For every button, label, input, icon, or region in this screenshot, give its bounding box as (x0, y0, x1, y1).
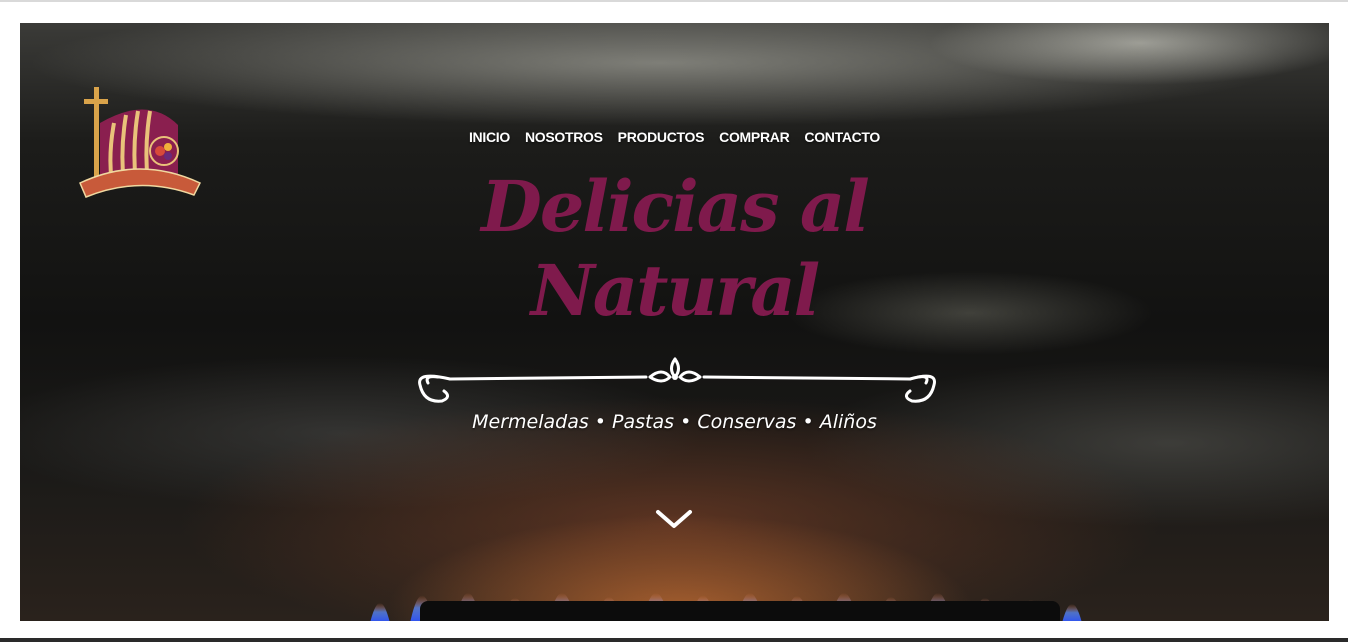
nav-item-contacto[interactable]: CONTACTO (804, 129, 880, 145)
hero-section: INICIO NOSOTROS PRODUCTOS COMPRAR CONTAC… (20, 23, 1329, 621)
nav-item-nosotros[interactable]: NOSOTROS (525, 129, 603, 145)
site-title-line1: Delicias al (481, 165, 870, 248)
product-tagline: Mermeladas • Pastas • Conservas • Aliños (472, 411, 877, 433)
site-title-line2: Natural (530, 249, 820, 332)
nav-item-inicio[interactable]: INICIO (469, 129, 510, 145)
main-nav: INICIO NOSOTROS PRODUCTOS COMPRAR CONTAC… (20, 129, 1329, 145)
burner-ring (420, 601, 1060, 621)
bottom-border (0, 638, 1348, 642)
flourish-divider-icon (418, 357, 936, 403)
top-border (0, 0, 1348, 2)
site-title: Delicias al Natural (20, 165, 1329, 333)
nav-item-comprar[interactable]: COMPRAR (719, 129, 790, 145)
nav-item-productos[interactable]: PRODUCTOS (618, 129, 705, 145)
chevron-down-icon[interactable] (654, 506, 694, 532)
